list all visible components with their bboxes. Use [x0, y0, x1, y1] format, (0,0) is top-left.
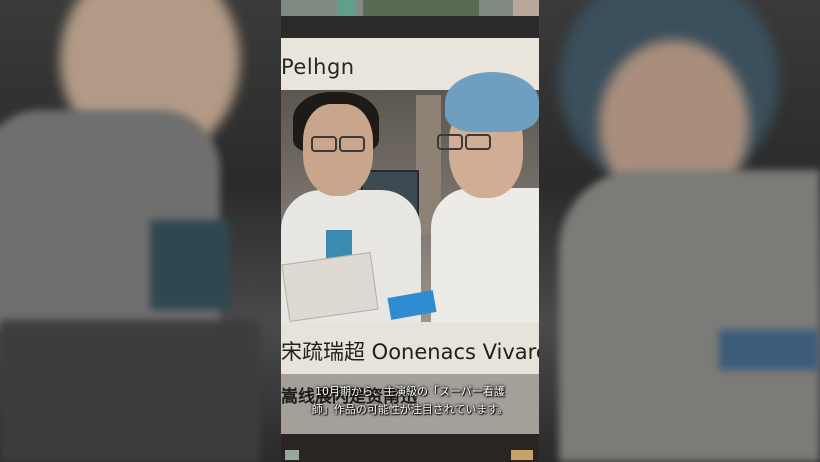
top-strip — [281, 0, 539, 16]
banner-text: Pelhgn — [281, 55, 355, 79]
blurred-background-left — [0, 0, 281, 462]
caption-line-1: 10月期から、主演級の「スーパー看護 — [315, 385, 505, 398]
caption-line-2: 師」作品の可能性が注目されています。 — [311, 403, 509, 416]
doctor-right-coat — [431, 188, 539, 338]
video-frame: Pelhgn 宋疏瑞超 Oonenacs Vivared! 嵩线展闪是资南迅 1… — [281, 0, 539, 462]
subtitle-caption: 10月期から、主演級の「スーパー看護 師」作品の可能性が注目されています。 — [281, 383, 539, 419]
doctor-right-glasses — [437, 134, 463, 150]
sign-text: 宋疏瑞超 Oonenacs Vivared! — [281, 340, 539, 364]
doctor-left-glasses — [311, 136, 337, 152]
doctor-right-surgical-cap — [445, 72, 539, 132]
clipboard — [281, 252, 379, 322]
blurred-background-right — [539, 0, 820, 462]
bottom-strip — [281, 434, 539, 462]
